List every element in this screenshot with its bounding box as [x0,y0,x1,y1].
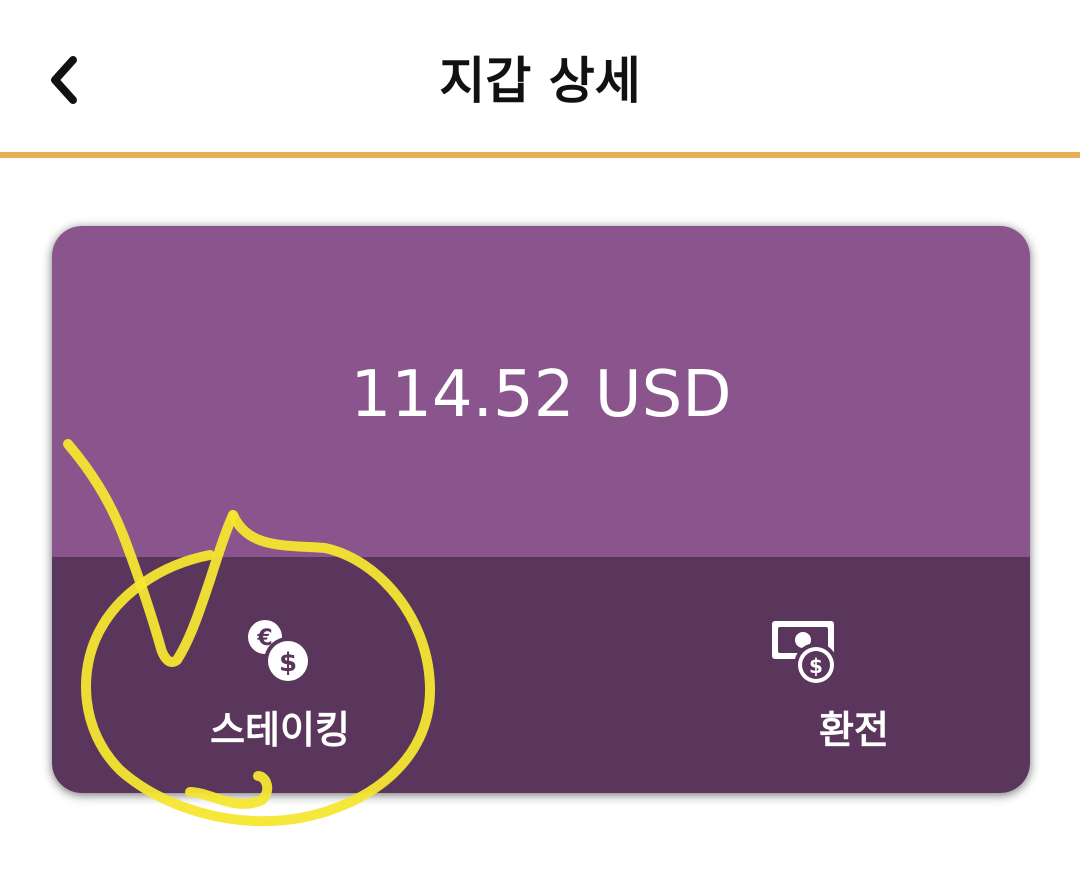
exchange-button[interactable]: $ 환전 [541,557,1030,793]
staking-label: 스테이킹 [210,708,350,752]
app-header: 지갑 상세 [0,0,1080,154]
page-title: 지갑 상세 [439,52,641,110]
staking-button[interactable]: € $ 스테이킹 [52,557,541,793]
actions-panel: € $ 스테이킹 $ 환전 [52,557,1030,793]
svg-text:$: $ [809,654,823,678]
balance-panel: 114.52 USD [52,226,1030,557]
wallet-card: 114.52 USD € $ 스테이킹 $ 환전 [52,226,1030,793]
balance-amount: 114.52 USD [350,358,732,432]
coins-euro-dollar-icon: € $ [248,620,312,685]
cash-exchange-icon: $ [772,621,838,687]
svg-text:$: $ [279,648,297,678]
header-divider [0,152,1080,158]
exchange-label: 환전 [819,708,889,752]
